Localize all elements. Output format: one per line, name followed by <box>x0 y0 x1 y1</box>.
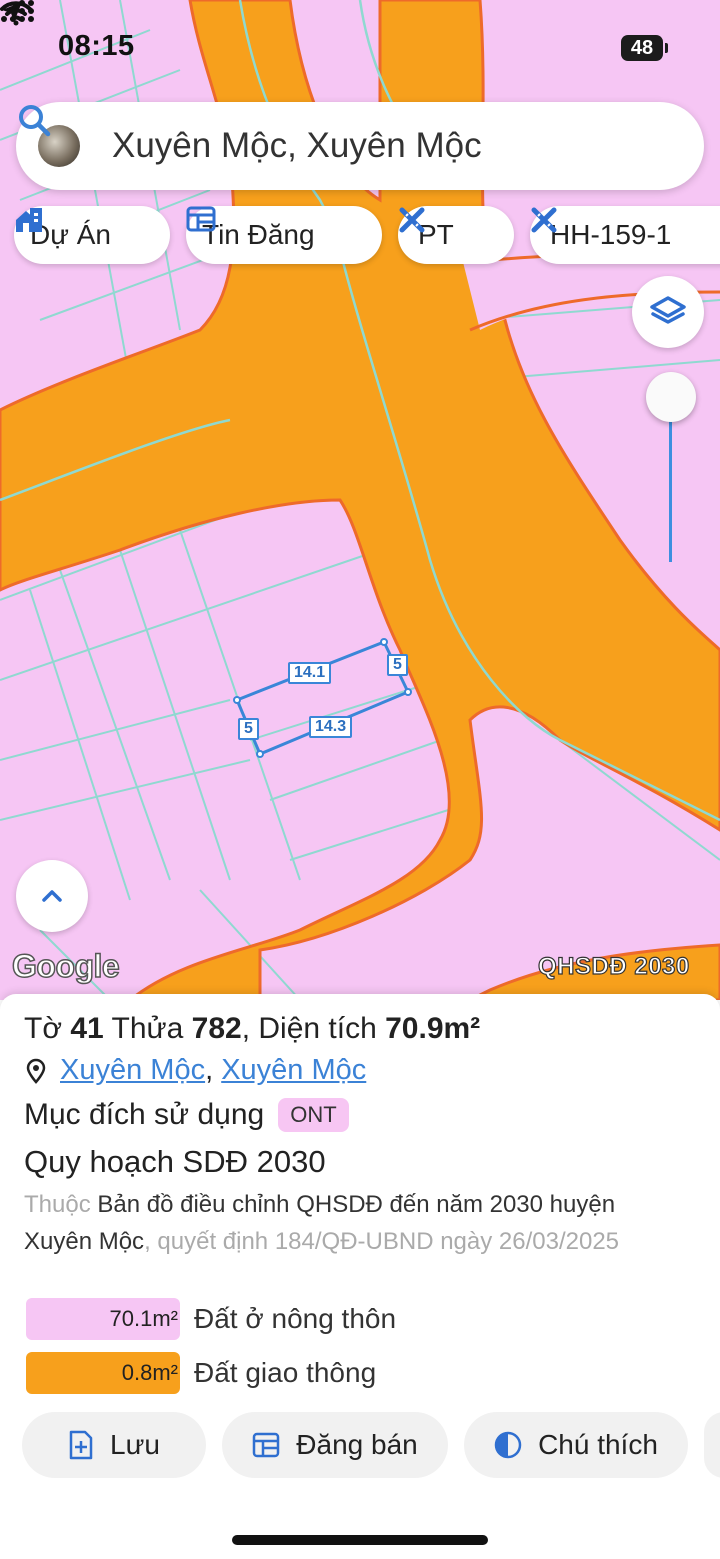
wifi-icon <box>0 1 32 26</box>
parcel-location: Xuyên Mộc, Xuyên Mộc <box>24 1054 366 1087</box>
location-link-commune[interactable]: Xuyên Mộc <box>60 1054 205 1087</box>
chip-tin-dang[interactable]: Tin Đăng <box>186 206 382 264</box>
status-bar: 08:15 48 <box>0 0 720 90</box>
sheet-number: 41 <box>70 1012 104 1045</box>
chip-du-an[interactable]: Dự Án <box>14 206 170 264</box>
listing-icon <box>186 206 216 232</box>
legend-label: Đất ở nông thôn <box>194 1303 397 1334</box>
contrast-icon <box>494 1431 522 1459</box>
battery-icon: 48 <box>621 35 668 61</box>
legend-swatch: 70.1m² <box>26 1298 180 1340</box>
parcel-area: 70.9m² <box>385 1012 481 1045</box>
land-use-code-badge: ONT <box>278 1098 349 1132</box>
battery-level: 48 <box>630 37 654 59</box>
legend-row-residential: 70.1m² Đất ở nông thôn <box>26 1298 396 1340</box>
parcel-edge-right-label: 5 <box>387 654 408 676</box>
opacity-slider-handle[interactable] <box>646 372 696 422</box>
location-pin-icon <box>26 1058 46 1084</box>
parcel-title: Tờ 41 Thửa 782, Diện tích 70.9m² <box>24 1012 481 1045</box>
legend-button[interactable]: Chú thích <box>464 1412 688 1478</box>
opacity-slider-track[interactable] <box>669 420 672 562</box>
legend-row-transport: 0.8m² Đất giao thông <box>26 1352 376 1394</box>
plan-description: Thuộc Bản đồ điều chỉnh QHSDĐ đến năm 20… <box>24 1191 620 1255</box>
chip-hh-159[interactable]: HH-159-1 <box>530 206 720 264</box>
plan-title: Quy hoạch SDĐ 2030 <box>24 1144 326 1179</box>
status-time: 08:15 <box>58 30 135 62</box>
land-use-purpose: Mục đích sử dụng ONT <box>24 1098 349 1132</box>
expand-panel-button[interactable] <box>16 860 88 932</box>
more-actions-button[interactable] <box>704 1412 720 1478</box>
listing-icon <box>253 1432 280 1458</box>
ruler-pencil-icon <box>531 207 557 233</box>
filter-chips: Dự Án Tin Đăng PT HH-159-1 <box>0 206 720 266</box>
map-layer-label: QHSDĐ 2030 <box>537 952 690 980</box>
parcel-number: 782 <box>191 1012 242 1045</box>
home-indicator <box>232 1535 488 1545</box>
parcel-info-sheet: Tờ 41 Thửa 782, Diện tích 70.9m² Xuyên M… <box>0 994 720 1559</box>
legend-label: Đất giao thông <box>194 1357 377 1388</box>
map-view[interactable]: 14.1 14.3 5 5 08:15 48 Xuyên Mộc, Xuyên … <box>0 0 720 1000</box>
parcel-edge-top-label: 14.1 <box>288 662 332 684</box>
legend-swatch: 0.8m² <box>26 1352 180 1394</box>
post-for-sale-button[interactable]: Đăng bán <box>222 1412 448 1478</box>
chip-label: Tin Đăng <box>202 219 315 250</box>
google-logo: Google <box>11 947 120 985</box>
building-icon <box>16 208 42 232</box>
add-file-icon <box>69 1430 93 1460</box>
search-input[interactable]: Xuyên Mộc, Xuyên Mộc <box>112 126 482 166</box>
layers-button[interactable] <box>632 276 704 348</box>
parcel-edge-left-label: 5 <box>238 718 259 740</box>
layers-icon <box>650 296 686 324</box>
search-bar[interactable]: Xuyên Mộc, Xuyên Mộc <box>16 102 704 190</box>
location-link-district[interactable]: Xuyên Mộc <box>221 1054 366 1087</box>
parcel-edge-bottom-label: 14.3 <box>309 716 353 738</box>
ruler-pencil-icon <box>399 207 425 233</box>
search-icon[interactable] <box>16 102 52 138</box>
chip-pt[interactable]: PT <box>398 206 514 264</box>
chip-label: HH-159-1 <box>550 219 672 250</box>
save-button[interactable]: Lưu <box>22 1412 206 1478</box>
chevron-up-icon <box>42 890 62 902</box>
